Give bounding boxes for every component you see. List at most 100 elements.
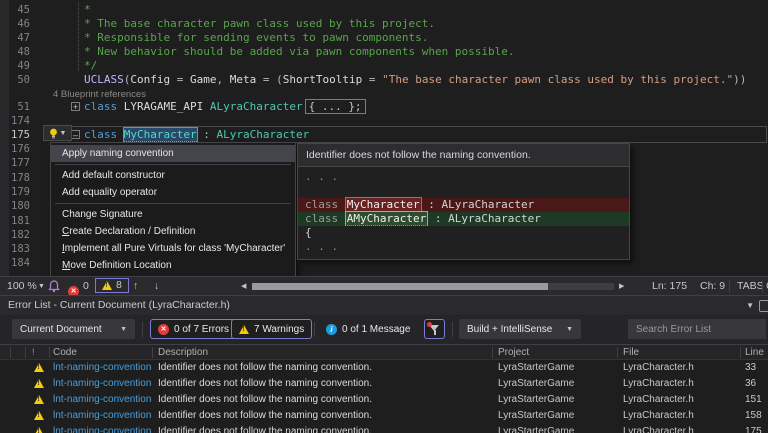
menu-item[interactable]: Move Definition Location — [51, 257, 295, 274]
error-code-link[interactable]: lnt-naming-convention — [53, 424, 151, 433]
panel-title: Error List - Current Document (LyraChara… — [8, 296, 230, 315]
menu-item[interactable]: Implement all Pure Virtuals for class 'M… — [51, 240, 295, 257]
code-line[interactable]: 46* The base character pawn class used b… — [0, 17, 768, 31]
error-line: 36 — [745, 376, 756, 392]
error-project: LyraStarterGame — [498, 376, 574, 392]
error-code-link[interactable]: lnt-naming-convention — [53, 408, 151, 424]
error-list-rows: lnt-naming-conventionIdentifier does not… — [0, 360, 768, 433]
warning-count: 8 — [116, 278, 122, 293]
menu-item[interactable]: Change Signature — [51, 206, 295, 223]
error-file: LyraCharacter.h — [623, 376, 694, 392]
refactor-preview-popup: Identifier does not follow the naming co… — [297, 143, 630, 260]
error-file: LyraCharacter.h — [623, 392, 694, 408]
warning-filter-toggle[interactable]: 8 — [95, 278, 129, 293]
column-header-description[interactable]: Description — [158, 345, 208, 360]
error-count[interactable]: 0 — [83, 277, 89, 296]
code-text: * Responsible for sending events to pawn… — [84, 31, 428, 45]
code-line[interactable]: 48* New behavior should be added via paw… — [0, 45, 768, 59]
error-line: 175 — [745, 424, 762, 433]
code-line[interactable]: 49*/ — [0, 59, 768, 73]
menu-item[interactable]: Apply naming convention — [51, 145, 295, 162]
error-list-column-headers: ! Code Description Project File Line — [0, 344, 768, 360]
chevron-down-icon: ▼ — [60, 130, 67, 137]
collapsed-code-ellipsis: . . . — [298, 170, 629, 184]
line-number: 48 — [0, 45, 30, 59]
tabs-indicator[interactable]: TABS — [737, 277, 764, 296]
scroll-right-arrow[interactable]: ▶ — [619, 277, 624, 296]
scroll-left-arrow[interactable]: ◀ — [241, 277, 246, 296]
error-count-icon[interactable]: ✕ — [68, 281, 79, 292]
fold-expand-icon[interactable]: + — [71, 102, 80, 111]
error-code-link[interactable]: lnt-naming-convention — [53, 360, 151, 376]
severity-column-icon[interactable]: ! — [32, 348, 39, 357]
code-line[interactable]: 50UCLASS(Config = Game, Meta = (ShortToo… — [0, 73, 768, 87]
window-menu-chevron-icon[interactable]: ▼ — [746, 296, 754, 315]
line-number: 177 — [0, 156, 30, 170]
chevron-down-icon: ▼ — [120, 326, 127, 333]
next-issue-button[interactable]: ↓ — [154, 277, 159, 296]
editor-status-bar: 100 % ▼ ✕ 0 8 ↑ ↓ ◀ ▶ Ln: 175 Ch: 9 TABS… — [0, 276, 768, 295]
error-row[interactable]: lnt-naming-conventionIdentifier does not… — [0, 408, 768, 424]
menu-item[interactable]: Add default constructor — [51, 167, 295, 184]
menu-item[interactable]: Create Declaration / Definition — [51, 223, 295, 240]
error-row[interactable]: lnt-naming-conventionIdentifier does not… — [0, 360, 768, 376]
error-list-toolbar: Current Document ▼ ✕ 0 of 7 Errors 7 War… — [0, 315, 768, 344]
diff-preview: . . . class MyCharacter : ALyraCharacterc… — [298, 167, 629, 259]
error-code-link[interactable]: lnt-naming-convention — [53, 392, 151, 408]
scope-filter-dropdown[interactable]: Current Document ▼ — [12, 319, 135, 339]
build-filter-dropdown[interactable]: Build + IntelliSense ▼ — [459, 319, 581, 339]
line-number: 180 — [0, 199, 30, 213]
error-list-title-bar[interactable]: Error List - Current Document (LyraChara… — [0, 295, 768, 315]
line-number: 45 — [0, 3, 30, 17]
errors-filter-toggle[interactable]: ✕ 0 of 7 Errors — [150, 319, 237, 339]
menu-item[interactable]: Add equality operator — [51, 184, 295, 201]
line-number: 51 — [0, 100, 30, 114]
error-code-link[interactable]: lnt-naming-convention — [53, 376, 151, 392]
quick-actions-menu: Apply naming convention Add default const… — [50, 142, 296, 276]
line-number: 50 — [0, 73, 30, 87]
error-row[interactable]: lnt-naming-conventionIdentifier does not… — [0, 392, 768, 408]
filter-button[interactable] — [424, 319, 445, 339]
current-line-highlight — [69, 126, 767, 143]
old-identifier: MyCharacter — [345, 197, 422, 212]
quick-actions-lightbulb[interactable]: ▼ — [43, 125, 72, 141]
horizontal-scrollbar[interactable] — [252, 283, 614, 290]
warning-icon — [102, 281, 112, 290]
code-health-icon[interactable] — [48, 280, 60, 293]
info-icon: i — [326, 324, 337, 335]
new-identifier: AMyCharacter — [345, 211, 428, 226]
warning-icon — [34, 363, 44, 372]
pin-icon[interactable] — [759, 300, 768, 312]
search-placeholder: Search Error List — [636, 324, 711, 335]
previous-issue-button[interactable]: ↑ — [133, 277, 138, 296]
lightbulb-icon — [49, 128, 58, 139]
collapsed-code-ellipsis: . . . — [298, 240, 629, 254]
warnings-filter-toggle[interactable]: 7 Warnings — [231, 319, 312, 339]
messages-filter-toggle[interactable]: i 0 of 1 Message — [320, 319, 416, 339]
error-row[interactable]: lnt-naming-conventionIdentifier does not… — [0, 424, 768, 433]
zoom-dropdown-caret[interactable]: ▼ — [38, 277, 45, 296]
line-number: 47 — [0, 31, 30, 45]
line-number: 183 — [0, 242, 30, 256]
search-error-list-input[interactable]: Search Error List — [628, 319, 766, 339]
line-number: 182 — [0, 228, 30, 242]
error-row[interactable]: lnt-naming-conventionIdentifier does not… — [0, 376, 768, 392]
scrollbar-thumb[interactable] — [252, 283, 548, 290]
code-line[interactable]: 45* — [0, 3, 768, 17]
zoom-level[interactable]: 100 % — [7, 277, 37, 296]
code-line: { — [298, 226, 629, 240]
diff-removed-line: class MyCharacter : ALyraCharacter — [298, 198, 629, 212]
error-line: 151 — [745, 392, 762, 408]
column-header-file[interactable]: File — [623, 345, 639, 360]
diff-added-line: class AMyCharacter : ALyraCharacter — [298, 212, 629, 226]
code-editor[interactable]: 45*46* The base character pawn class use… — [0, 0, 768, 276]
column-header-code[interactable]: Code — [53, 345, 77, 360]
error-line: 158 — [745, 408, 762, 424]
line-number: 175 — [0, 128, 30, 142]
diagnostic-message: Identifier does not follow the naming co… — [298, 144, 629, 167]
column-header-line[interactable]: Line — [745, 345, 764, 360]
code-line[interactable]: 47 * Responsible for sending events to pa… — [0, 31, 768, 45]
warning-icon — [34, 427, 44, 433]
code-line[interactable]: 51+class LYRAGAME_API ALyraCharacter{ ..… — [0, 100, 768, 114]
column-header-project[interactable]: Project — [498, 345, 529, 360]
